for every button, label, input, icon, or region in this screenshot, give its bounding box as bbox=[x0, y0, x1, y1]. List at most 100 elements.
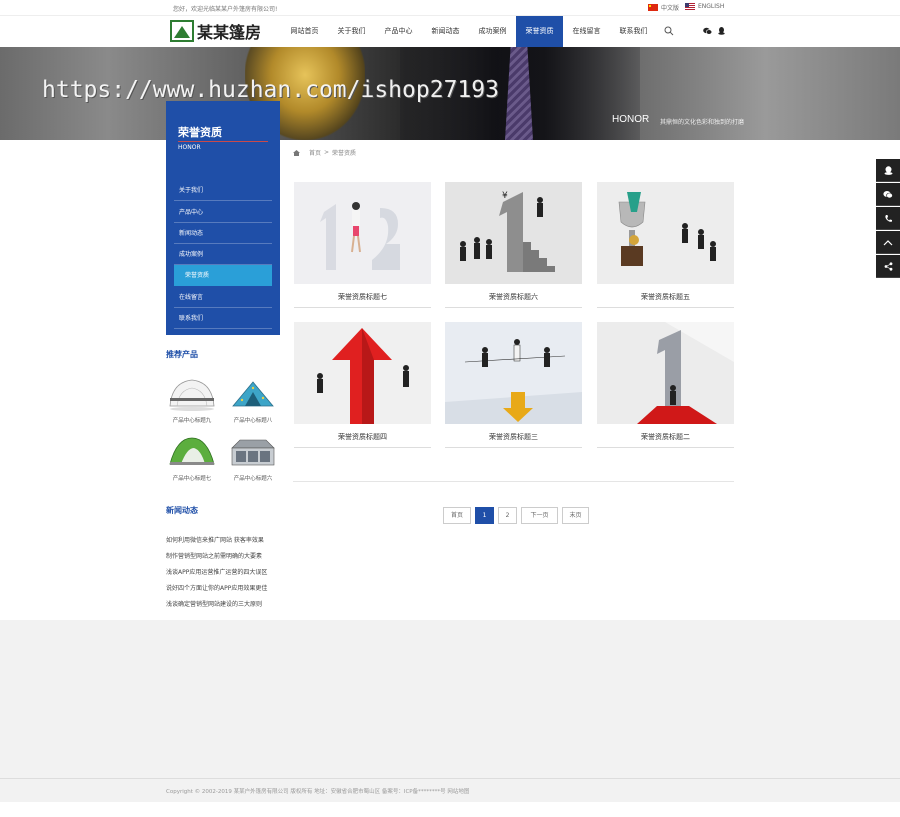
honor-card[interactable]: 荣誉资质标题七 bbox=[294, 182, 431, 308]
float-share-button[interactable] bbox=[876, 255, 900, 278]
breadcrumb: 首页 > 荣誉资质 bbox=[293, 148, 356, 157]
pager-first[interactable]: 首页 bbox=[443, 507, 471, 524]
page-background-band bbox=[0, 620, 900, 778]
search-icon[interactable] bbox=[664, 26, 674, 36]
honor-card[interactable]: 荣誉资质标题五 bbox=[597, 182, 734, 308]
wechat-icon[interactable] bbox=[703, 27, 712, 35]
honor-image-trophy bbox=[597, 182, 734, 284]
tent-image bbox=[169, 379, 215, 411]
watermark-text: https://www.huzhan.com/ishop27193 bbox=[42, 77, 499, 103]
honor-card-image bbox=[294, 182, 431, 284]
tent-image bbox=[232, 381, 274, 407]
pager-last[interactable]: 末页 bbox=[562, 507, 589, 524]
top-bar: 您好，欢迎光临某某户外篷房有限公司! 中文版 ENGLISH bbox=[0, 0, 900, 15]
qq-icon[interactable] bbox=[718, 27, 725, 35]
wechat-icon bbox=[883, 190, 893, 198]
tent-image bbox=[169, 437, 215, 465]
honor-image-finish-line bbox=[445, 322, 582, 424]
nav-item-cases[interactable]: 成功案例 bbox=[469, 16, 516, 47]
sidebar-item-message[interactable]: 在线留言 bbox=[174, 287, 272, 308]
breadcrumb-current: 荣誉资质 bbox=[332, 150, 357, 157]
news-item[interactable]: 浅谈确定营销型网站建设的三大原则 bbox=[166, 599, 280, 608]
tent-image bbox=[231, 439, 275, 466]
sidebar-item-honor[interactable]: 荣誉资质 bbox=[174, 265, 272, 286]
honor-card-image bbox=[597, 322, 734, 424]
phone-icon bbox=[884, 214, 892, 222]
qq-icon bbox=[884, 165, 892, 175]
header: 某某篷房 网站首页 关于我们 产品中心 新闻动态 成功案例 荣誉资质 在线留言 … bbox=[0, 15, 900, 47]
product-caption: 产品中心标题七 bbox=[172, 476, 212, 482]
honor-card-image bbox=[294, 322, 431, 424]
nav-item-news[interactable]: 新闻动态 bbox=[422, 16, 469, 47]
honor-card-title: 荣誉资质标题二 bbox=[641, 433, 690, 441]
honor-card[interactable]: 荣誉资质标题四 bbox=[294, 322, 431, 448]
honor-card-image bbox=[597, 182, 734, 284]
news-item[interactable]: 如何利用微信来推广网站 获客率效果 bbox=[166, 535, 280, 544]
lang-en-label: ENGLISH bbox=[698, 3, 725, 10]
breadcrumb-separator: > bbox=[324, 149, 330, 156]
honor-card-title: 荣誉资质标题三 bbox=[489, 433, 538, 441]
us-flag-icon bbox=[685, 3, 695, 10]
float-qq-button[interactable] bbox=[876, 159, 900, 182]
pager-page-1[interactable]: 1 bbox=[475, 507, 494, 524]
lang-en-link[interactable]: ENGLISH bbox=[685, 3, 724, 10]
sidebar-title: 荣誉资质 bbox=[178, 126, 222, 139]
sidebar-title-en: HONOR bbox=[178, 144, 201, 151]
float-back-to-top-button[interactable] bbox=[876, 231, 900, 254]
product-card[interactable]: 产品中心标题七 bbox=[165, 434, 219, 482]
float-wechat-button[interactable] bbox=[876, 183, 900, 206]
lang-cn-link[interactable]: 中文版 bbox=[648, 3, 679, 12]
lang-cn-label: 中文版 bbox=[661, 5, 680, 12]
sidebar-menu: 关于我们 产品中心 新闻动态 成功案例 荣誉资质 在线留言 联系我们 bbox=[166, 173, 280, 335]
sidebar-item-contact[interactable]: 联系我们 bbox=[174, 308, 272, 329]
honor-card-image bbox=[445, 322, 582, 424]
breadcrumb-home[interactable]: 首页 bbox=[309, 148, 321, 157]
honor-image-red-carpet bbox=[597, 322, 734, 424]
float-phone-button[interactable] bbox=[876, 207, 900, 230]
nav-item-honor[interactable]: 荣誉资质 bbox=[516, 16, 563, 47]
pager-page-2[interactable]: 2 bbox=[498, 507, 517, 524]
sidebar-header: 荣誉资质 HONOR bbox=[166, 101, 280, 173]
pagination: 首页 1 2 下一页 末页 bbox=[443, 507, 589, 524]
nav-item-message[interactable]: 在线留言 bbox=[563, 16, 610, 47]
main-nav: 网站首页 关于我们 产品中心 新闻动态 成功案例 荣誉资质 在线留言 联系我们 bbox=[281, 16, 657, 47]
sidebar-item-about[interactable]: 关于我们 bbox=[174, 180, 272, 201]
chevron-up-icon bbox=[883, 239, 893, 245]
honor-image-businesswoman-number-one bbox=[294, 182, 431, 284]
banner: https://www.huzhan.com/ishop27193 HONOR … bbox=[0, 47, 900, 140]
honor-card-title: 荣誉资质标题六 bbox=[489, 293, 538, 301]
nav-item-contact[interactable]: 联系我们 bbox=[610, 16, 657, 47]
product-caption: 产品中心标题九 bbox=[172, 418, 212, 424]
products-section-title: 推荐产品 bbox=[166, 350, 198, 359]
honor-card[interactable]: 荣誉资质标题三 bbox=[445, 322, 582, 448]
logo[interactable]: 某某篷房 bbox=[170, 19, 261, 43]
honor-card-title: 荣誉资质标题七 bbox=[338, 293, 387, 301]
footer: Copyright © 2002-2019 某某户外篷房有限公司 版权所有 地址… bbox=[0, 778, 900, 802]
honor-card[interactable]: ¥ 荣誉资质标题六 bbox=[445, 182, 582, 308]
honor-card[interactable]: 荣誉资质标题二 bbox=[597, 322, 734, 448]
product-card[interactable]: 产品中心标题九 bbox=[165, 376, 219, 424]
logo-text: 某某篷房 bbox=[197, 23, 262, 42]
sidebar-item-news[interactable]: 新闻动态 bbox=[174, 223, 272, 244]
nav-item-products[interactable]: 产品中心 bbox=[375, 16, 422, 47]
product-card[interactable]: 产品中心标题六 bbox=[226, 434, 280, 482]
header-social bbox=[703, 27, 725, 35]
honor-image-stairs-number-one: ¥ bbox=[445, 182, 582, 284]
pager-next[interactable]: 下一页 bbox=[521, 507, 558, 524]
nav-item-home[interactable]: 网站首页 bbox=[281, 16, 328, 47]
product-caption: 产品中心标题六 bbox=[233, 476, 273, 482]
home-icon[interactable] bbox=[293, 149, 300, 156]
tent-logo-icon bbox=[170, 20, 194, 42]
news-item[interactable]: 说好四个方面让你的APP应用效果更佳 bbox=[166, 583, 280, 592]
banner-title-en: HONOR bbox=[612, 114, 650, 125]
sidebar-item-cases[interactable]: 成功案例 bbox=[174, 244, 272, 265]
sidebar-item-products[interactable]: 产品中心 bbox=[174, 202, 272, 223]
news-item[interactable]: 浅谈APP应用运营推广运营的四大误区 bbox=[166, 567, 280, 576]
svg-text:¥: ¥ bbox=[502, 191, 508, 201]
banner-subtitle: 其鼎恒的文化色彩和独到的打磨 bbox=[660, 119, 745, 126]
sidebar-title-divider bbox=[178, 141, 268, 142]
news-item[interactable]: 制作营销型网站之前需明确的大要素 bbox=[166, 551, 280, 560]
honor-card-title: 荣誉资质标题四 bbox=[338, 433, 387, 441]
product-card[interactable]: 产品中心标题八 bbox=[226, 376, 280, 424]
nav-item-about[interactable]: 关于我们 bbox=[328, 16, 375, 47]
